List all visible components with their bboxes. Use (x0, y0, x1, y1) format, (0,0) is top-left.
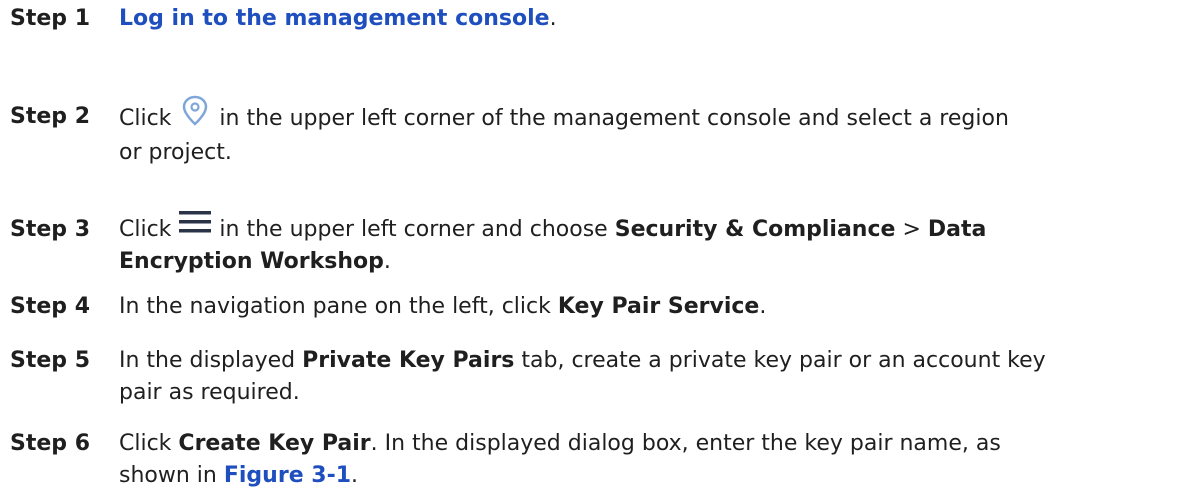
step-text: In the displayed Private Key Pairs tab, … (119, 345, 1149, 409)
step-text-segment: In the navigation pane on the left, clic… (119, 294, 551, 319)
step-text: Click Create Key Pair. In the displayed … (119, 428, 1149, 492)
menu-path-security-compliance: Security & Compliance (614, 217, 896, 242)
step-label: Step 4 (10, 294, 90, 319)
step-text-segment: . (383, 249, 391, 274)
step-text: Click in the upper left corner and choose… (119, 211, 1149, 278)
step-text-segment: . (549, 6, 557, 31)
step-text-segment: Click (119, 431, 172, 456)
figure-3-1-link[interactable]: Figure 3-1 (224, 463, 351, 488)
private-key-pairs-term: Private Key Pairs (302, 348, 515, 373)
step-label: Step 3 (10, 217, 90, 242)
step-text: Click in the upper left corner of the man… (119, 95, 1149, 169)
key-pair-service-term: Key Pair Service (557, 294, 760, 319)
step-text-segment: shown in (119, 463, 217, 488)
create-key-pair-term: Create Key Pair (178, 431, 371, 456)
menu-path-separator: > (902, 217, 921, 242)
step-text-segment: tab, create a private key pair or an acc… (521, 348, 1046, 373)
step-label: Step 6 (10, 431, 90, 456)
hamburger-menu-icon (177, 208, 213, 236)
step-text-segment: pair as required. (119, 380, 300, 405)
location-pin-icon (177, 93, 213, 129)
step-text-segment: or project. (119, 140, 232, 165)
step-text: In the navigation pane on the left, clic… (119, 291, 1149, 323)
step-text-segment: Click (119, 106, 172, 131)
step-text-segment: in the upper left corner and choose (219, 217, 608, 242)
step-text-segment: . (759, 294, 767, 319)
menu-path-dew-part2: Encryption Workshop (119, 249, 384, 274)
step-text-segment: In the displayed (119, 348, 296, 373)
console-login-link[interactable]: Log in to the management console (119, 6, 550, 31)
procedure-steps: Step 1 Log in to the management console.… (0, 0, 1177, 490)
menu-path-dew-part1: Data (927, 217, 987, 242)
step-text-segment: . In the displayed dialog box, enter the… (370, 431, 1001, 456)
step-text-segment: in the upper left corner of the manageme… (219, 106, 1009, 131)
step-label: Step 5 (10, 348, 90, 373)
step-text-segment: Click (119, 217, 172, 242)
step-label: Step 1 (10, 6, 90, 31)
step-text: Log in to the management console. (119, 3, 1149, 35)
step-text-segment: . (351, 463, 359, 488)
step-label: Step 2 (10, 104, 90, 129)
